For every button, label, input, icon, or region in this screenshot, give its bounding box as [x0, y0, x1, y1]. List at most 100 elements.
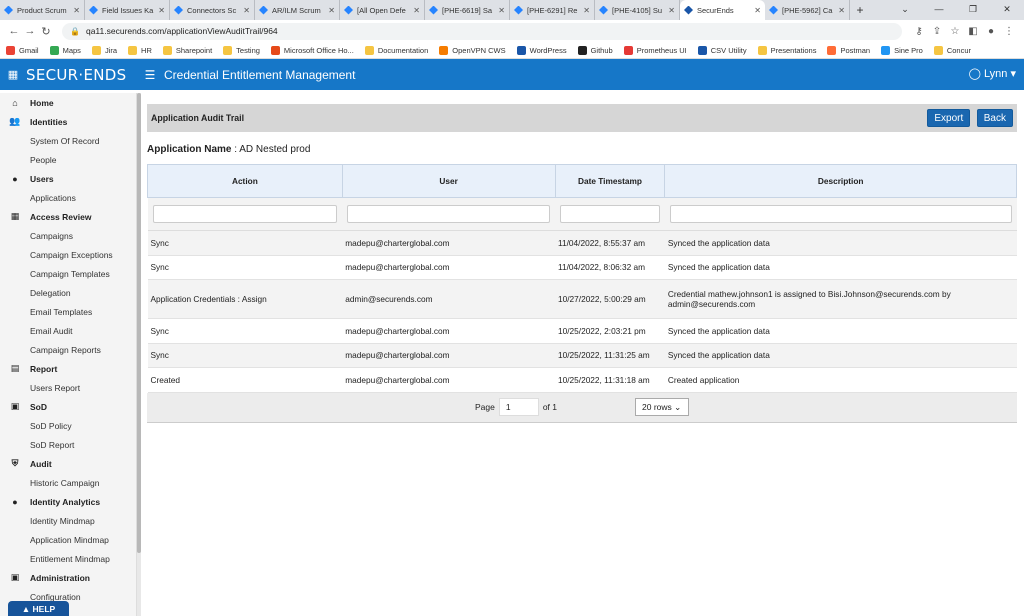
sidebar-item-delegation[interactable]: Delegation [0, 283, 136, 302]
sidebar-section-administration[interactable]: ▣ Administration [0, 568, 136, 587]
share-icon[interactable]: ⇪ [928, 26, 946, 37]
bookmark-item[interactable]: Presentations [757, 45, 816, 55]
sidebar-item-campaign-templates[interactable]: Campaign Templates [0, 264, 136, 283]
column-filter-input[interactable] [560, 205, 660, 223]
column-header[interactable]: Description [664, 164, 1017, 198]
export-button[interactable]: Export [927, 109, 971, 127]
table-row[interactable]: Created madepu@charterglobal.com 10/25/202… [147, 367, 1017, 393]
bookmark-item[interactable]: HR [128, 45, 152, 55]
sidebar-item-users-report[interactable]: Users Report [0, 378, 136, 397]
app-grid-icon[interactable]: ▦ [0, 68, 26, 81]
back-button[interactable]: Back [976, 109, 1013, 127]
column-header[interactable]: User [341, 164, 556, 198]
minimize-icon[interactable]: — [922, 0, 956, 18]
bookmark-item[interactable]: Github [577, 45, 613, 55]
sidebar-section-sod[interactable]: ▣ SoD [0, 397, 136, 416]
sidepanel-icon[interactable]: ◧ [964, 26, 982, 37]
bookmark-item[interactable]: Prometheus UI [623, 45, 687, 55]
user-menu[interactable]: ◯ Lynn ▾ [969, 67, 1016, 80]
sidebar-item-system-of-record[interactable]: System Of Record [0, 131, 136, 150]
kebab-menu-icon[interactable]: ⋮ [1000, 26, 1018, 37]
bookmark-item[interactable]: Gmail [6, 45, 39, 55]
bookmark-item[interactable]: Testing [223, 45, 260, 55]
sidebar-item-application-mindmap[interactable]: Application Mindmap [0, 530, 136, 549]
browser-tab[interactable]: [All Open Defe ✕ [340, 0, 425, 20]
new-tab-button[interactable]: + [850, 0, 870, 20]
browser-tab[interactable]: Product Scrum ✕ [0, 0, 85, 20]
bookmark-item[interactable]: Maps [49, 45, 81, 55]
tab-close-icon[interactable]: ✕ [754, 6, 761, 15]
profile-icon[interactable]: ● [982, 26, 1000, 37]
forward-arrow-icon[interactable]: → [22, 25, 38, 37]
bookmark-item[interactable]: CSV Utility [697, 45, 747, 55]
tab-close-icon[interactable]: ✕ [668, 6, 675, 15]
tab-close-icon[interactable]: ✕ [498, 6, 505, 15]
help-button[interactable]: ▲ HELP [8, 601, 69, 616]
sidebar-item-sod-report[interactable]: SoD Report [0, 435, 136, 454]
sidebar-item-people[interactable]: People [0, 150, 136, 169]
bookmark-item[interactable]: Microsoft Office Ho... [270, 45, 354, 55]
sidebar-item-campaigns[interactable]: Campaigns [0, 226, 136, 245]
column-filter-input[interactable] [669, 205, 1012, 223]
tab-close-icon[interactable]: ✕ [328, 6, 335, 15]
back-arrow-icon[interactable]: ← [6, 25, 22, 37]
table-row[interactable]: Sync madepu@charterglobal.com 10/25/2022, … [147, 318, 1017, 344]
browser-tab[interactable]: [PHE-6619] Sa ✕ [425, 0, 510, 20]
browser-tab[interactable]: SecurEnds ✕ [680, 0, 765, 20]
tab-close-icon[interactable]: ✕ [158, 6, 165, 15]
tab-close-icon[interactable]: ✕ [413, 6, 420, 15]
sidebar-section-audit[interactable]: ⛨ Audit [0, 454, 136, 473]
bookmark-item[interactable]: Sharepoint [162, 45, 212, 55]
browser-tab[interactable]: [PHE-5962] Ca ✕ [765, 0, 850, 20]
browser-tab[interactable]: [PHE-4105] Su ✕ [595, 0, 680, 20]
bookmark-item[interactable]: Postman [827, 45, 870, 55]
sidebar-scrollbar[interactable] [137, 93, 141, 616]
bookmark-item[interactable]: Sine Pro [881, 45, 923, 55]
reload-icon[interactable]: ↻ [38, 25, 54, 38]
chevron-down-icon[interactable]: ⌄ [888, 0, 922, 18]
browser-tab[interactable]: AR/ILM Scrum ✕ [255, 0, 340, 20]
bookmark-item[interactable]: Jira [91, 45, 117, 55]
tab-close-icon[interactable]: ✕ [73, 6, 80, 15]
star-icon[interactable]: ☆ [946, 26, 964, 37]
sidebar-item-email-templates[interactable]: Email Templates [0, 302, 136, 321]
scrollbar-thumb[interactable] [137, 93, 141, 553]
sidebar-item-campaign-reports[interactable]: Campaign Reports [0, 340, 136, 359]
sidebar-item-historic-campaign[interactable]: Historic Campaign [0, 473, 136, 492]
tab-close-icon[interactable]: ✕ [583, 6, 590, 15]
column-header[interactable]: Date Timestamp [554, 164, 666, 198]
table-row[interactable]: Sync madepu@charterglobal.com 10/25/2022, … [147, 343, 1017, 368]
sidebar-item-sod-policy[interactable]: SoD Policy [0, 416, 136, 435]
sidebar-item-campaign-exceptions[interactable]: Campaign Exceptions [0, 245, 136, 264]
bookmark-item[interactable]: OpenVPN CWS [439, 45, 506, 55]
column-filter-input[interactable] [347, 205, 551, 223]
browser-tab[interactable]: Connectors Sc ✕ [170, 0, 255, 20]
securends-logo[interactable]: SECUR·ENDS [26, 66, 136, 84]
sidebar-section-access-review[interactable]: ▦ Access Review [0, 207, 136, 226]
rows-per-page-select[interactable]: 20 rows ⌄ [635, 398, 690, 416]
tab-close-icon[interactable]: ✕ [243, 6, 250, 15]
browser-tab[interactable]: [PHE-6291] Re ✕ [510, 0, 595, 20]
table-row[interactable]: Application Credentials : Assign admin@se… [147, 279, 1017, 319]
sidebar-item-identity-mindmap[interactable]: Identity Mindmap [0, 511, 136, 530]
restore-icon[interactable]: ❐ [956, 0, 990, 18]
sidebar-item-applications[interactable]: Applications [0, 188, 136, 207]
bookmark-item[interactable]: Concur [933, 45, 971, 55]
sidebar-section-home[interactable]: ⌂ Home [0, 93, 136, 112]
column-header[interactable]: Action [147, 164, 343, 198]
table-row[interactable]: Sync madepu@charterglobal.com 11/04/2022, … [147, 255, 1017, 280]
sidebar-section-identity-analytics[interactable]: ● Identity Analytics [0, 492, 136, 511]
bookmark-item[interactable]: Documentation [364, 45, 428, 55]
sidebar-section-report[interactable]: ▤ Report [0, 359, 136, 378]
column-filter-input[interactable] [152, 205, 338, 223]
page-number-input[interactable]: 1 [498, 398, 539, 416]
table-row[interactable]: Sync madepu@charterglobal.com 11/04/2022, … [147, 230, 1017, 256]
sidebar-section-users[interactable]: ● Users [0, 169, 136, 188]
bookmark-item[interactable]: WordPress [516, 45, 567, 55]
browser-tab[interactable]: Field Issues Ka ✕ [85, 0, 170, 20]
close-icon[interactable]: ✕ [990, 0, 1024, 18]
sidebar-item-email-audit[interactable]: Email Audit [0, 321, 136, 340]
url-bar[interactable]: 🔒 qa11.securends.com/applicationViewAudi… [62, 22, 902, 40]
key-icon[interactable]: ⚷ [910, 26, 928, 37]
sidebar-item-entitlement-mindmap[interactable]: Entitlement Mindmap [0, 549, 136, 568]
